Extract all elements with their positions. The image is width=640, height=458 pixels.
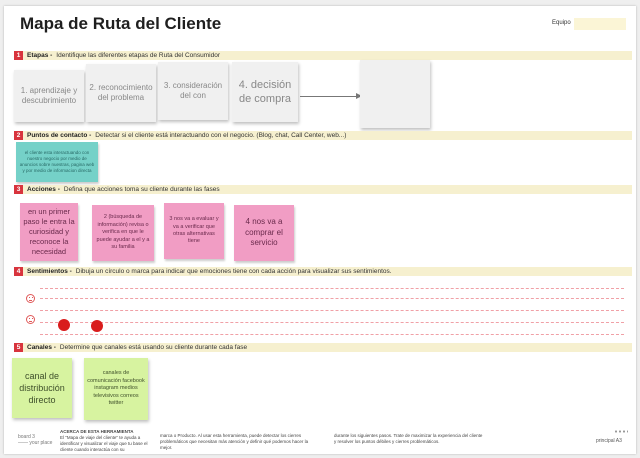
section-title: Sentimientos - <box>27 268 72 275</box>
section-description: Defina que acciones toma su cliente dura… <box>63 186 220 193</box>
page-title: Mapa de Ruta del Cliente <box>20 14 222 33</box>
section-header-feelings: 4 Sentimientos - Dibuja un círculo o marca… <box>14 267 632 276</box>
sticky-text: en un primer paso le entra la curiosidad… <box>23 206 75 257</box>
stage-sticky-2[interactable]: 2. reconocimiento del problema <box>86 64 156 122</box>
action-sticky-3[interactable]: 3 nos va a evaluar y va a verificar que … <box>164 203 224 259</box>
page-label: principal A3 <box>596 438 622 444</box>
section-number: 5 <box>14 343 23 352</box>
channel-sticky-2[interactable]: canales de comunicación facebook instagr… <box>84 358 148 420</box>
section-number: 3 <box>14 185 23 194</box>
stage-sticky-4[interactable]: 4. decisión de compra <box>232 62 298 122</box>
team-input[interactable] <box>574 18 626 30</box>
section-header-stages: 1 Etapas - Identifique las diferentes etap… <box>14 51 632 60</box>
sticky-text: 4 nos va a comprar el servicio <box>245 216 283 248</box>
sticky-text: 3. consideración del con <box>163 80 223 100</box>
stage-sticky-1[interactable]: 1. aprendizaje y descubrimiento <box>14 70 84 122</box>
more-dots-icon[interactable] <box>614 430 628 433</box>
sticky-text: el cliente esta interactuando con nuestr… <box>19 150 95 173</box>
section-description: Detectar si el cliente está interactuand… <box>95 132 347 139</box>
section-title: Puntos de contacto - <box>27 132 92 139</box>
feeling-line <box>40 298 624 299</box>
section-title: Etapas - <box>27 52 53 59</box>
feeling-line <box>40 322 624 323</box>
feeling-marker[interactable] <box>91 320 103 332</box>
team-label: Equipo <box>552 20 571 26</box>
sad-face-icon <box>26 315 35 324</box>
sticky-text: 1. aprendizaje y descubrimiento <box>20 85 78 105</box>
feeling-line <box>40 288 624 289</box>
sticky-text: 2 (búsqueda de información) revisa o ver… <box>96 214 150 251</box>
action-sticky-1[interactable]: en un primer paso le entra la curiosidad… <box>20 203 78 261</box>
channel-sticky-1[interactable]: canal de distribución directo <box>12 358 72 418</box>
feeling-marker[interactable] <box>58 319 70 331</box>
board-logo: board 3 —— your place <box>18 434 52 446</box>
feeling-line <box>40 310 624 311</box>
sticky-text: 4. decisión de compra <box>238 78 292 105</box>
sticky-text: 2. reconocimiento del problema <box>89 82 153 102</box>
logo-line: —— your place <box>18 440 53 446</box>
section-number: 2 <box>14 131 23 140</box>
about-text: El "Mapa de viaje del cliente" te ayuda … <box>60 435 148 453</box>
section-title: Canales - <box>27 344 56 351</box>
section-description: Dibuja un círculo o marca para indicar q… <box>75 268 392 275</box>
section-number: 1 <box>14 51 23 60</box>
sticky-text: canal de distribución directo <box>19 370 65 406</box>
action-sticky-2[interactable]: 2 (búsqueda de información) revisa o ver… <box>92 205 154 261</box>
sticky-text: canales de comunicación facebook instagr… <box>87 370 145 407</box>
footer-column-2: marca o Producto. Al usar esta herramien… <box>160 433 309 451</box>
section-number: 4 <box>14 267 23 276</box>
stage-sticky-3[interactable]: 3. consideración del con <box>158 62 228 120</box>
section-header-touchpoints: 2 Puntos de contacto - Detectar si el clie… <box>14 131 632 140</box>
action-sticky-4[interactable]: 4 nos va a comprar el servicio <box>234 205 294 261</box>
arrow-connector <box>300 96 358 97</box>
section-description: Determine que canales está usando su cli… <box>59 344 248 351</box>
section-description: Identifique las diferentes etapas de Rut… <box>56 52 220 59</box>
footer-about: ACERCA DE ESTA HERRAMIENTA El "Mapa de v… <box>60 429 148 453</box>
feeling-line <box>40 334 624 335</box>
touchpoint-sticky[interactable]: el cliente esta interactuando con nuestr… <box>16 142 98 182</box>
section-header-channels: 5 Canales - Determine que canales está usa… <box>14 343 632 352</box>
sticky-text: 3 nos va a evaluar y va a verificar que … <box>169 216 219 245</box>
happy-face-icon <box>26 294 35 303</box>
footer-column-3: durante los siguientes pasos. Trate de m… <box>334 433 483 445</box>
section-title: Acciones - <box>27 186 60 193</box>
stage-sticky-5[interactable] <box>360 60 430 128</box>
section-header-actions: 3 Acciones - Defina que acciones toma su c… <box>14 185 632 194</box>
